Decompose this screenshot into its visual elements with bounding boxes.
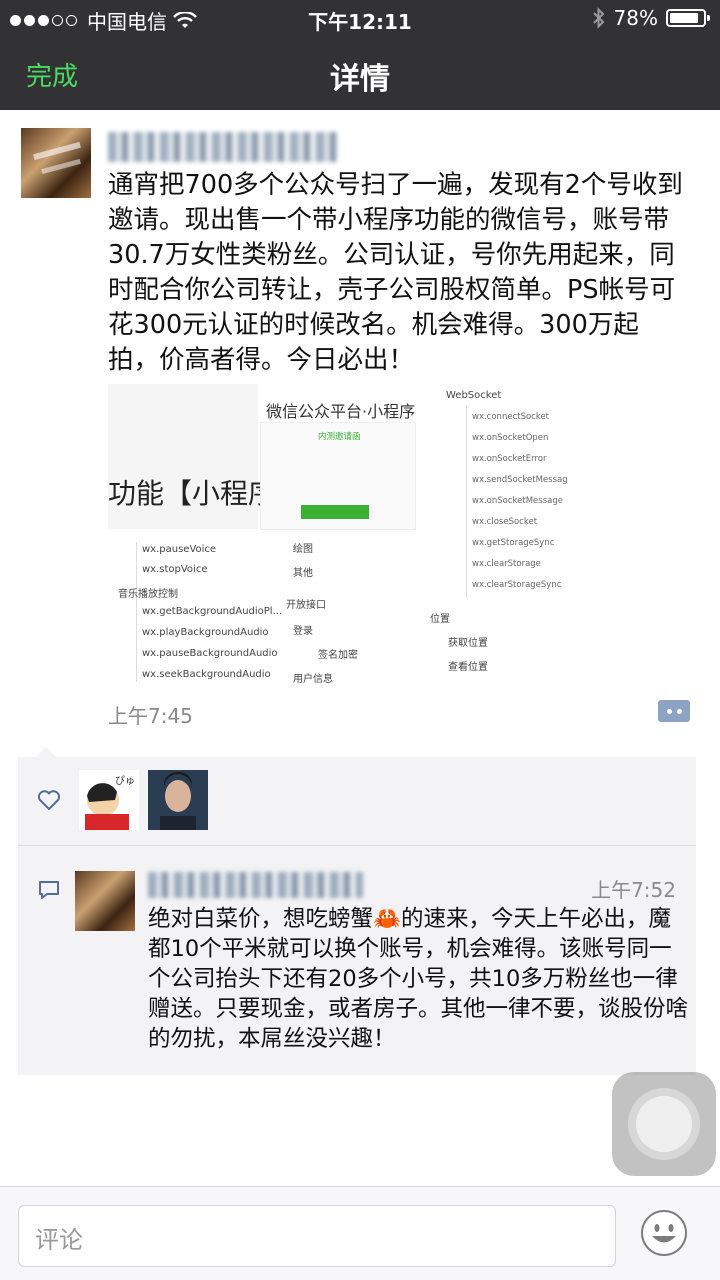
post-timestamp: 上午7:45 (108, 704, 193, 728)
comment-timestamp: 上午7:52 (591, 878, 676, 902)
image-left-menu-4: wx.playBackgroundAudio (142, 627, 269, 638)
heart-icon (37, 790, 61, 810)
image-right-menu-1: wx.onSocketOpen (472, 433, 549, 443)
image-left-menu-5: wx.pauseBackgroundAudio (142, 648, 278, 659)
battery-icon (666, 9, 710, 27)
image-left-menu-1: wx.stopVoice (142, 564, 208, 575)
image-center-menu-4: 签名加密 (318, 650, 358, 661)
image-left-menu-3: wx.getBackgroundAudioPl... (142, 606, 283, 617)
image-right-menu-title: WebSocket (446, 390, 502, 401)
page-title: 详情 (330, 62, 390, 97)
image-location-item-1: 获取位置 (448, 638, 488, 649)
more-actions-button[interactable] (658, 700, 690, 722)
comment-text[interactable]: 绝对白菜价，想吃螃蟹🦀的速来，今天上午必出，魔都10个平米就可以换个账号，机会难… (148, 904, 688, 1054)
liker-avatar-2[interactable] (148, 770, 208, 830)
image-center-subtitle: 内测邀请函 (318, 432, 361, 442)
liker-avatar-1[interactable]: ぴゅ (79, 770, 139, 830)
image-right-menu-3: wx.sendSocketMessage (472, 475, 568, 485)
post-text: 通宵把700多个公众号扫了一遍，发现有2个号收到邀请。现出售一个带小程序功能的微… (108, 170, 683, 375)
image-right-menu-0: wx.connectSocket (472, 412, 550, 422)
image-center-menu-2: 开放接口 (286, 600, 326, 611)
bluetooth-icon (592, 7, 604, 29)
assistive-touch-button[interactable] (612, 1072, 716, 1176)
status-bar: 中国电信 下午12:11 78% (0, 0, 720, 36)
image-center-menu-5: 用户信息 (293, 674, 333, 685)
emoji-icon[interactable] (640, 1209, 688, 1257)
image-left-menu-6: wx.seekBackgroundAudio (142, 669, 271, 680)
author-nickname-blurred[interactable] (108, 132, 338, 162)
image-left-menu-0: wx.pauseVoice (142, 544, 217, 555)
image-right-menu-4: wx.onSocketMessage (472, 496, 563, 506)
comment-input-bar: 评论 (0, 1186, 720, 1280)
interaction-arrow (36, 747, 56, 757)
image-location-title: 位置 (430, 614, 450, 625)
image-center-title: 微信公众平台·小程序 (266, 402, 416, 421)
battery-percent: 78% (613, 6, 658, 30)
image-right-menu-5: wx.closeSocket (472, 517, 538, 527)
image-big-text: 功能【小程序 (108, 477, 277, 510)
navigation-bar: 完成 详情 (0, 36, 720, 110)
image-right-menu-8: wx.clearStorageSync (472, 580, 562, 590)
image-right-menu-2: wx.onSocketError (472, 454, 547, 464)
post-image[interactable]: 功能【小程序 微信公众平台·小程序 内测邀请函 wx.pauseVoice wx… (108, 382, 568, 687)
image-right-menu-6: wx.getStorageSync (472, 538, 555, 548)
image-left-menu-2: 音乐播放控制 (118, 589, 178, 600)
comment-icon (39, 881, 59, 899)
image-center-menu-0: 绘图 (293, 544, 313, 555)
commenter-nickname-blurred[interactable] (148, 872, 363, 898)
image-green-button (301, 505, 369, 519)
image-right-menu-7: wx.clearStorage (472, 559, 541, 569)
svg-text:ぴゅ: ぴゅ (115, 775, 135, 787)
image-center-menu-3: 登录 (293, 626, 313, 637)
commenter-avatar[interactable] (75, 871, 135, 931)
image-center-menu-1: 其他 (293, 568, 313, 579)
author-avatar[interactable] (21, 128, 91, 198)
comment-input[interactable]: 评论 (18, 1205, 616, 1267)
image-location-item-2: 查看位置 (448, 662, 488, 673)
interaction-divider (18, 845, 696, 846)
